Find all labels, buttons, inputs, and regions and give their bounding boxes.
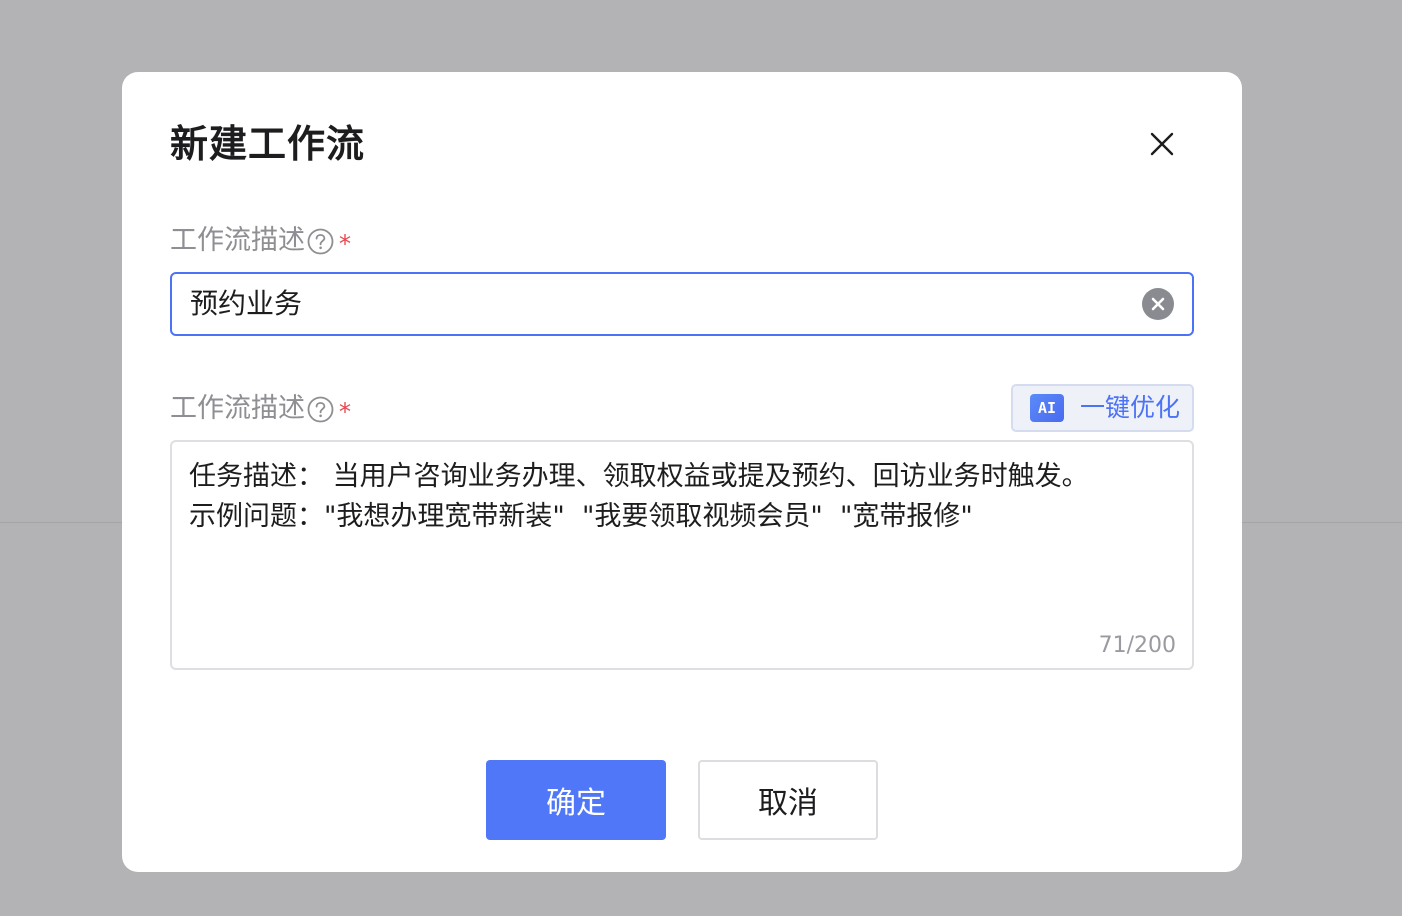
create-workflow-dialog: 新建工作流 工作流描述 * 预约业务 工作流描述 * AI 一键优化 任务描述：… [122, 72, 1242, 872]
close-icon [1150, 132, 1174, 156]
ai-optimize-label: 一键优化 [1080, 393, 1181, 422]
workflow-name-label-row: 工作流描述 * [170, 220, 351, 262]
cancel-button[interactable]: 取消 [698, 760, 878, 840]
field-label: 工作流描述 [170, 225, 305, 256]
dialog-title: 新建工作流 [170, 122, 366, 166]
required-mark: * [339, 230, 351, 258]
ai-icon: AI [1030, 394, 1064, 422]
question-circle-icon[interactable] [307, 228, 334, 255]
workflow-description-textarea[interactable]: 任务描述： 当用户咨询业务办理、领取权益或提及预约、回访业务时触发。 示例问题：… [170, 440, 1194, 670]
close-button[interactable] [1144, 126, 1180, 162]
textarea-line: 任务描述： 当用户咨询业务办理、领取权益或提及预约、回访业务时触发。 [189, 461, 1089, 492]
clear-circle-icon [1151, 297, 1165, 311]
character-counter: 71/200 [1098, 633, 1176, 658]
field-label: 工作流描述 [170, 393, 305, 424]
textarea-line: 示例问题："我想办理宽带新装" "我要领取视频会员" "宽带报修" [189, 501, 973, 532]
workflow-name-input[interactable]: 预约业务 [170, 272, 1194, 336]
input-value: 预约业务 [190, 287, 303, 320]
clear-input-button[interactable] [1142, 288, 1174, 320]
required-mark: * [339, 398, 351, 426]
ai-optimize-button[interactable]: AI 一键优化 [1011, 384, 1194, 432]
workflow-description-label-row: 工作流描述 * [170, 388, 351, 430]
question-circle-icon[interactable] [307, 396, 334, 423]
confirm-button[interactable]: 确定 [486, 760, 666, 840]
